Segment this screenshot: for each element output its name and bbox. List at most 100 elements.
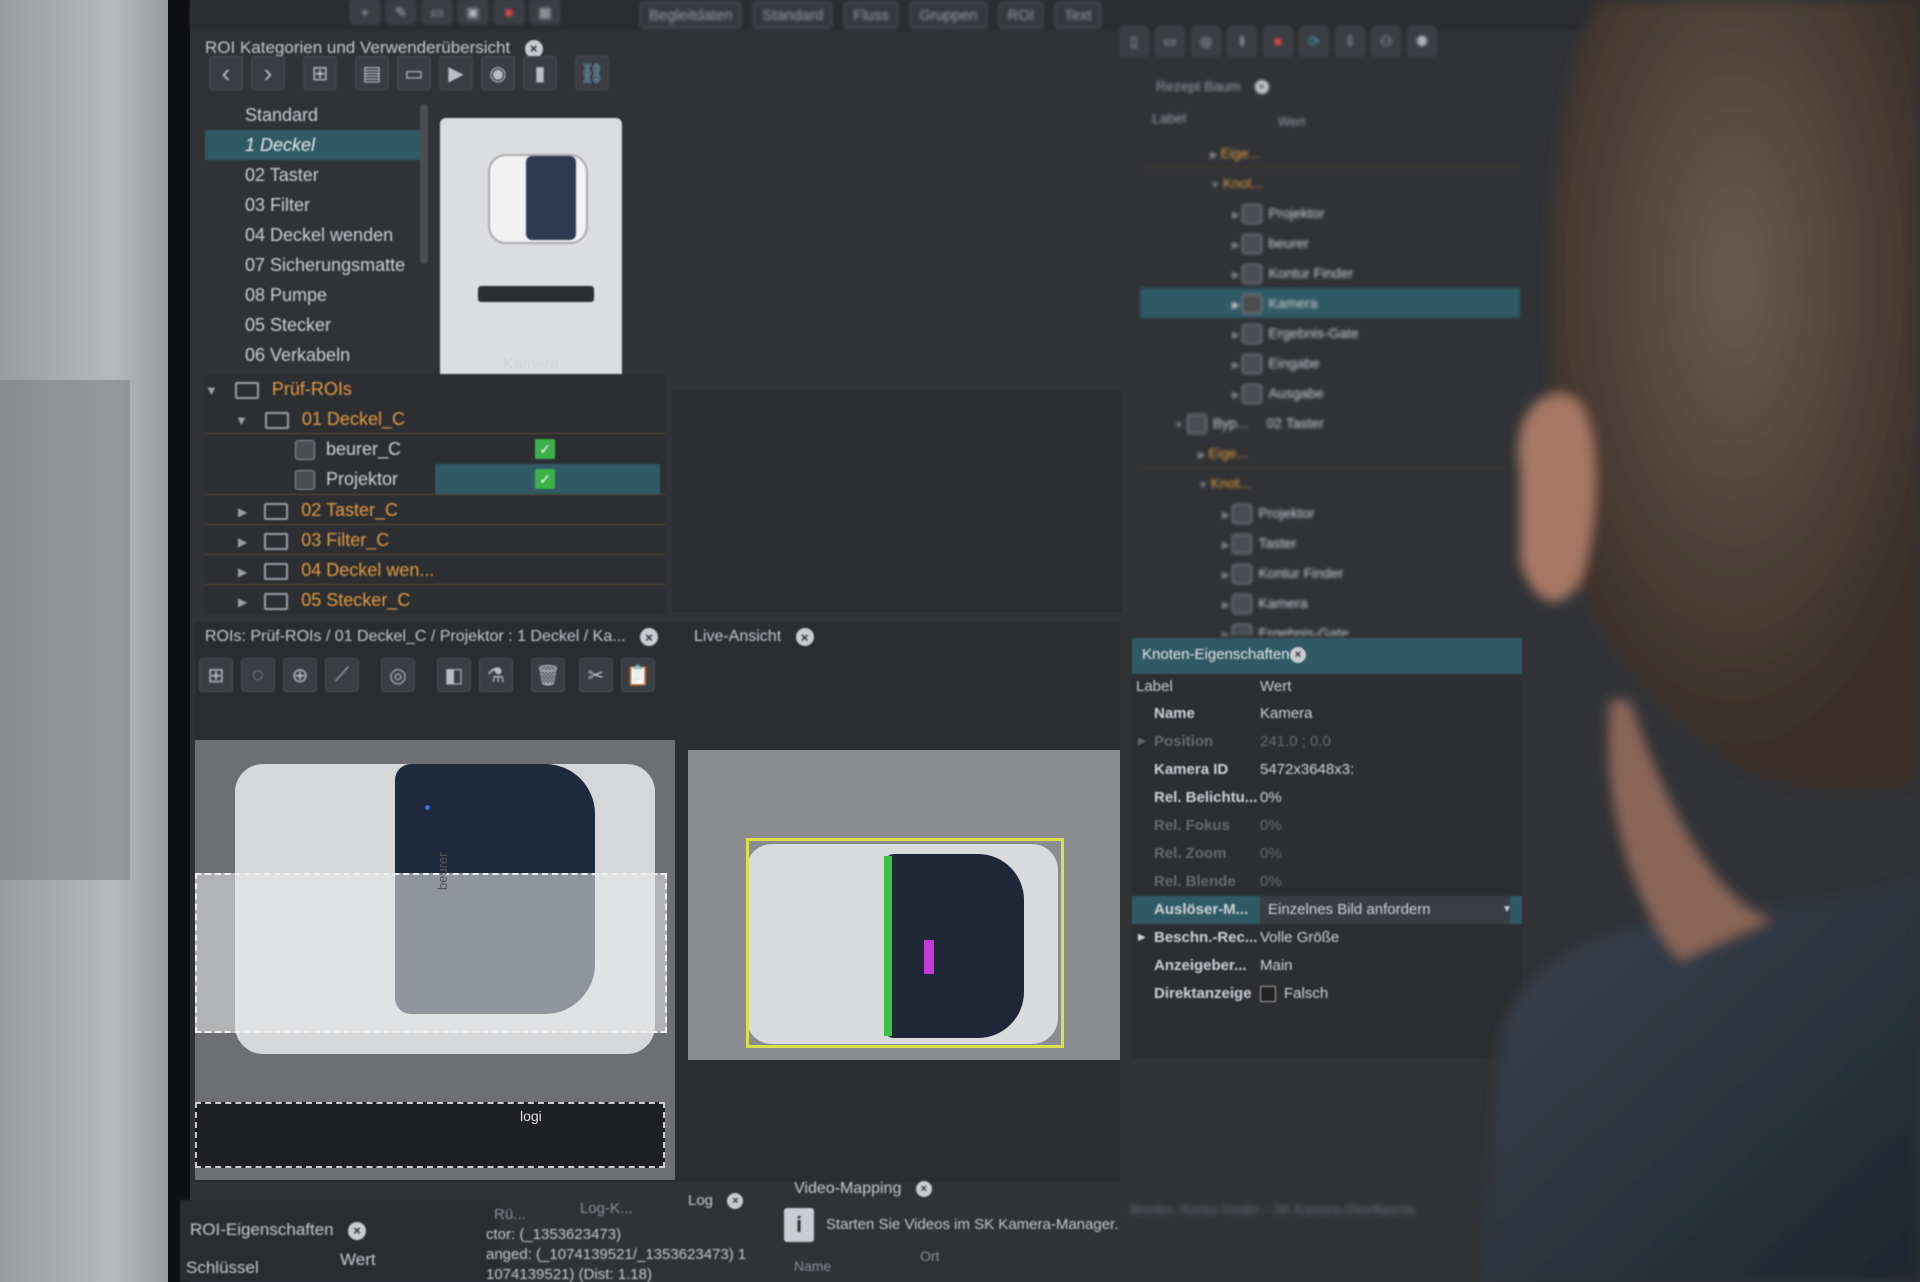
paste-icon[interactable]: 📋 — [621, 658, 655, 692]
prop-row[interactable]: Direktanzeige Falsch — [1132, 980, 1522, 1008]
add-polygon-icon[interactable]: ⟋ — [325, 658, 359, 692]
prop-row[interactable]: ▶ Beschn.-Rec... Volle Größe — [1132, 924, 1522, 952]
tree-row[interactable]: ▼ Knot... — [1140, 168, 1520, 198]
image-icon[interactable]: ▮ — [523, 56, 557, 90]
tree-row[interactable]: ▶ Ergebnis-Gate — [1140, 318, 1520, 348]
prop-row[interactable]: Rel. Zoom 0% — [1132, 840, 1522, 868]
category-item[interactable]: 05 Stecker — [205, 310, 420, 340]
category-item[interactable]: 02 Taster — [205, 160, 420, 190]
add-circle-icon[interactable]: ⊕ — [283, 658, 317, 692]
prop-row[interactable]: Kamera ID 5472x3648x3: — [1132, 756, 1522, 784]
anchor-point[interactable] — [425, 805, 430, 810]
category-item[interactable]: 06 Verkabeln — [205, 340, 420, 362]
checkmark-icon[interactable]: ✓ — [535, 439, 555, 459]
roi-image-canvas[interactable]: beurer logi — [195, 740, 675, 1180]
tab-roi[interactable]: ROI — [998, 2, 1044, 28]
monitor-icon[interactable]: ▭ — [1156, 26, 1184, 56]
live-camera-image[interactable] — [688, 750, 1120, 1060]
tree-row[interactable]: ▼ Knot... — [1140, 468, 1520, 498]
split-icon[interactable]: ‖ — [1228, 26, 1256, 56]
tree-row[interactable]: ▶ Projektor — [1140, 498, 1520, 528]
tree-row[interactable]: ▶ Taster — [1140, 528, 1520, 558]
tree-row[interactable]: ▶ Eige... — [1140, 438, 1520, 468]
add-folder-icon[interactable]: ⊞ — [303, 56, 337, 90]
grid-icon[interactable]: ▦ — [530, 0, 560, 24]
export-icon[interactable]: ⇩ — [1336, 26, 1364, 56]
tree-row[interactable]: ▶ beurer — [1140, 228, 1520, 258]
tree-row[interactable]: ▶ Ausgabe — [1140, 378, 1520, 408]
close-icon[interactable]: × — [640, 628, 659, 646]
color-wheel-icon[interactable]: ◉ — [481, 56, 515, 90]
tab-begleitdaten[interactable]: Begleitdaten — [640, 2, 742, 28]
link-icon[interactable]: ⛓ — [575, 56, 609, 90]
add-rect-icon[interactable]: ⊞ — [199, 658, 233, 692]
forward-arrow-icon[interactable]: › — [251, 56, 285, 90]
back-arrow-icon[interactable]: ‹ — [209, 56, 243, 90]
tree-node[interactable]: ▶ 03 Filter_C — [205, 524, 665, 554]
trash-icon[interactable]: 🗑 — [531, 658, 565, 692]
save-icon[interactable]: ▣ — [458, 0, 488, 24]
tab-fluss[interactable]: Fluss — [844, 2, 899, 28]
category-item[interactable]: Standard — [205, 100, 420, 130]
category-item-selected[interactable]: 1 Deckel — [205, 130, 420, 160]
tree-node[interactable]: ▼ 01 Deckel_C — [205, 404, 665, 434]
category-scrollbar[interactable] — [420, 104, 428, 264]
tab-rueck[interactable]: Rü... — [494, 1206, 526, 1223]
tree-root[interactable]: ▼ Prüf-ROIs — [205, 374, 665, 404]
open-icon[interactable]: ▭ — [422, 0, 452, 24]
tree-row[interactable]: ▶ Kontur Finder — [1140, 558, 1520, 588]
tab-standard[interactable]: Standard — [753, 2, 833, 28]
category-item[interactable]: 08 Pumpe — [205, 280, 420, 310]
sync-icon[interactable]: ⟳ — [1300, 26, 1328, 56]
tree-node[interactable]: ▶ 05 Stecker_C — [205, 584, 665, 614]
category-item[interactable]: 03 Filter — [205, 190, 420, 220]
checkmark-icon[interactable]: ✓ — [535, 469, 555, 489]
tree-row[interactable]: ▶ Eige... — [1140, 138, 1520, 168]
tab-log-konsole[interactable]: Log-K... — [580, 1200, 633, 1217]
direktanzeige-checkbox[interactable] — [1260, 986, 1276, 1002]
close-icon[interactable]: × — [915, 1180, 932, 1197]
tree-row[interactable]: ▶ Eingabe — [1140, 348, 1520, 378]
prop-row[interactable]: Rel. Blende 0% — [1132, 868, 1522, 896]
tree-row[interactable]: ▶ Ergebnis-Gate — [1140, 618, 1520, 636]
close-icon[interactable]: × — [348, 1221, 367, 1240]
tree-row[interactable]: ▶ Projektor — [1140, 198, 1520, 228]
tab-text[interactable]: Text — [1055, 2, 1101, 28]
tree-leaf[interactable]: beurer_C ✓ — [205, 434, 665, 464]
user-icon[interactable]: ⚉ — [1408, 26, 1436, 56]
prop-row[interactable]: ▶ Position 241.0 ; 0.0 — [1132, 728, 1522, 756]
tab-log[interactable]: Log — [688, 1192, 713, 1209]
prop-row[interactable]: Name Kamera — [1132, 700, 1522, 728]
flow-canvas[interactable] — [672, 390, 1122, 612]
layer-icon[interactable]: ◧ — [437, 658, 471, 692]
tree-row-selected[interactable]: ▶ Kamera — [1140, 288, 1520, 318]
filter-icon[interactable]: ⚗ — [479, 658, 513, 692]
new-icon[interactable]: + — [350, 0, 380, 24]
category-item[interactable]: 07 Sicherungsmatte — [205, 250, 420, 280]
trigger-mode-select[interactable]: Einzelnes Bild anfordern — [1260, 896, 1510, 924]
stop-icon[interactable]: ■ — [1264, 26, 1292, 56]
tab-gruppen[interactable]: Gruppen — [910, 2, 987, 28]
camera-icon[interactable]: ▤ — [355, 56, 389, 90]
scissors-icon[interactable]: ✂ — [579, 658, 613, 692]
roi-selection-rect[interactable] — [195, 873, 667, 1033]
camera-preview-thumbnail[interactable] — [440, 118, 622, 388]
tree-row[interactable]: ▶ Kamera — [1140, 588, 1520, 618]
tree-node[interactable]: ▶ 02 Taster_C — [205, 494, 665, 524]
edit-icon[interactable]: ✎ — [386, 0, 416, 24]
prop-row[interactable]: Rel. Belichtu... 0% — [1132, 784, 1522, 812]
close-icon[interactable]: × — [727, 1192, 744, 1209]
category-item[interactable]: 04 Deckel wenden — [205, 220, 420, 250]
tree-row[interactable]: ▼ Byp... 02 Taster — [1140, 408, 1520, 438]
close-icon[interactable]: × — [795, 628, 814, 646]
close-icon[interactable]: × — [1290, 647, 1306, 663]
prop-row[interactable]: Rel. Fokus 0% — [1132, 812, 1522, 840]
close-icon[interactable]: × — [1254, 80, 1269, 95]
tree-row[interactable]: ▶ Kontur Finder — [1140, 258, 1520, 288]
prop-row[interactable]: Anzeigeber... Main — [1132, 952, 1522, 980]
tree-leaf-selected[interactable]: Projektor ✓ — [205, 464, 665, 494]
tree-node[interactable]: ▶ 04 Deckel wen... — [205, 554, 665, 584]
camera-icon[interactable]: ◎ — [1192, 26, 1220, 56]
add-lasso-icon[interactable]: ◌ — [241, 658, 275, 692]
record-icon[interactable]: ■ — [494, 0, 524, 24]
